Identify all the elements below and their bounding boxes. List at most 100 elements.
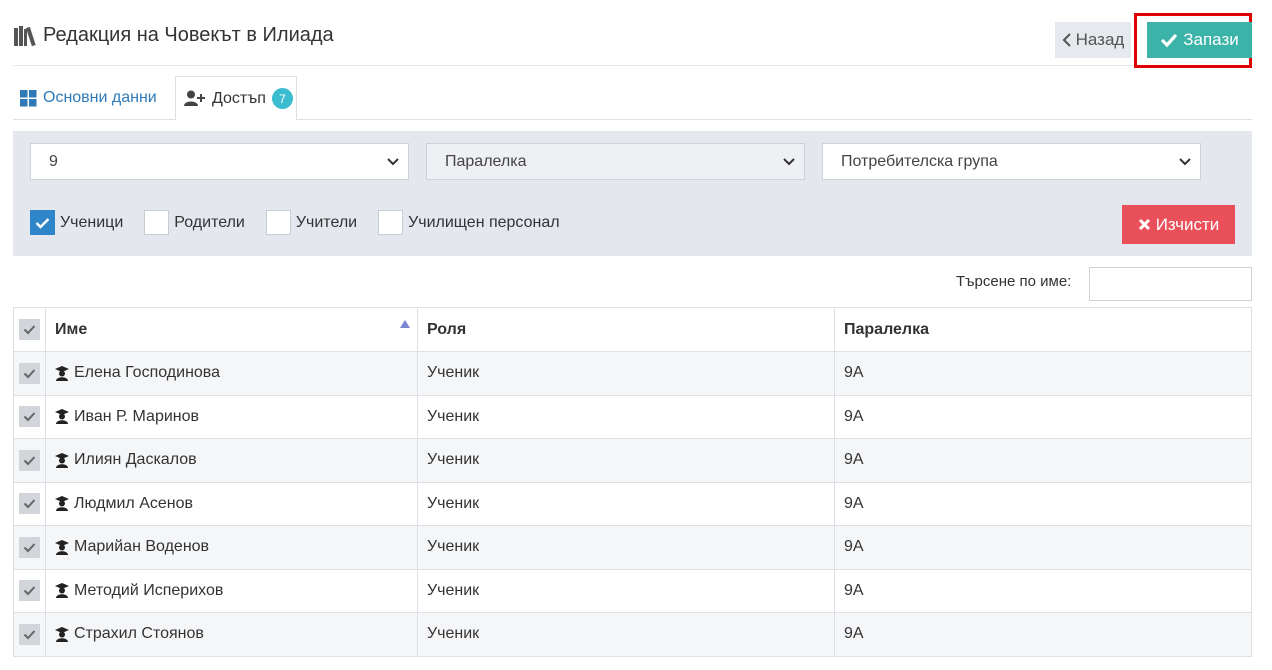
select-all-checkbox[interactable] <box>19 319 40 340</box>
graduate-icon <box>55 539 69 555</box>
name-cell: Методий Исперихов <box>45 568 418 613</box>
check-icon <box>23 586 36 596</box>
parents-checkbox-label: Родители <box>174 213 245 231</box>
search-label: Търсене по име: <box>956 273 1072 290</box>
table-body: Елена Господинова Ученик 9А Иван Р. Маринов… <box>13 351 1252 657</box>
close-icon <box>1138 218 1150 231</box>
student-name: Елена Господинова <box>74 364 221 382</box>
staff-checkbox-label: Училищен персонал <box>408 213 560 231</box>
chevron-down-icon <box>783 158 795 166</box>
checkbox-box[interactable] <box>378 210 404 235</box>
student-name: Страхил Стоянов <box>74 625 204 643</box>
back-button-label: Назад <box>1075 30 1125 49</box>
user-group-select[interactable]: Потребителска група <box>822 143 1201 180</box>
check-icon <box>1161 33 1178 48</box>
name-cell-content: Марийан Воденов <box>55 538 417 556</box>
row-checkbox[interactable] <box>19 362 40 384</box>
column-header-role[interactable]: Роля <box>417 307 835 352</box>
teachers-checkbox-label: Учители <box>295 213 358 231</box>
row-checkbox[interactable] <box>19 449 40 471</box>
check-icon <box>23 543 36 553</box>
class-cell: 9А <box>834 481 1252 526</box>
table-row[interactable]: Марийан Воденов Ученик 9А <box>13 525 1252 570</box>
check-icon <box>23 630 36 640</box>
check-icon <box>35 217 50 229</box>
grade-select[interactable]: 9 <box>30 143 409 180</box>
chevron-left-icon <box>1062 33 1071 47</box>
parents-checkbox[interactable]: Родители <box>144 210 245 235</box>
checkbox-box[interactable] <box>265 210 291 235</box>
back-button[interactable]: Назад <box>1055 22 1131 58</box>
table-header-row: Име Роля Паралелка <box>13 307 1252 352</box>
student-name: Марийан Воденов <box>74 538 210 556</box>
teachers-checkbox[interactable]: Учители <box>265 210 358 235</box>
chevron-down-icon <box>387 158 399 166</box>
table-row[interactable]: Методий Исперихов Ученик 9А <box>13 568 1252 613</box>
page-header: Редакция на Човекът в Илиада Назад Запаз… <box>13 0 1252 68</box>
graduate-icon <box>55 496 69 512</box>
name-cell: Елена Господинова <box>45 351 418 396</box>
table-row[interactable]: Илиян Даскалов Ученик 9А <box>13 438 1252 483</box>
role-cell: Ученик <box>417 525 835 570</box>
user-plus-icon <box>184 90 205 106</box>
table-row[interactable]: Иван Р. Маринов Ученик 9А <box>13 394 1252 439</box>
student-name: Людмил Асенов <box>74 494 194 512</box>
tab-basic-data-label: Основни данни <box>43 89 157 106</box>
checkbox-box[interactable] <box>144 210 170 235</box>
user-group-select-value: Потребителска група <box>841 152 998 170</box>
row-checkbox[interactable] <box>19 536 40 558</box>
table-row[interactable]: Елена Господинова Ученик 9А <box>13 351 1252 396</box>
check-icon <box>23 412 36 422</box>
name-cell-content: Илиян Даскалов <box>55 451 417 469</box>
table-row[interactable]: Страхил Стоянов Ученик 9А <box>13 612 1252 657</box>
graduate-icon <box>55 409 69 425</box>
search-input[interactable] <box>1089 267 1252 301</box>
staff-checkbox[interactable]: Училищен персонал <box>378 210 560 235</box>
column-header-name[interactable]: Име <box>45 307 418 352</box>
name-cell-content: Страхил Стоянов <box>55 625 417 643</box>
row-checkbox[interactable] <box>19 580 40 602</box>
table-row[interactable]: Людмил Асенов Ученик 9А <box>13 481 1252 526</box>
check-icon <box>23 456 36 466</box>
clear-button[interactable]: Изчисти <box>1122 205 1235 244</box>
column-header-class[interactable]: Паралелка <box>834 307 1252 352</box>
name-cell-content: Людмил Асенов <box>55 495 417 513</box>
row-select-cell <box>13 568 46 613</box>
class-select-value: Паралелка <box>445 152 527 170</box>
student-name: Иван Р. Маринов <box>74 407 200 425</box>
tab-basic-data[interactable]: Основни данни <box>20 76 157 120</box>
chevron-down-icon <box>1179 158 1191 166</box>
name-cell: Страхил Стоянов <box>45 612 418 657</box>
tab-bar: Основни данни Достъп 7 <box>13 76 1252 121</box>
role-cell: Ученик <box>417 612 835 657</box>
row-checkbox[interactable] <box>19 493 40 515</box>
tab-access[interactable]: Достъп 7 <box>175 76 297 121</box>
class-select[interactable]: Паралелка <box>426 143 805 180</box>
row-checkbox[interactable] <box>19 623 40 645</box>
students-checkbox[interactable]: Ученици <box>30 210 123 235</box>
role-cell: Ученик <box>417 568 835 613</box>
name-cell: Илиян Даскалов <box>45 438 418 483</box>
role-cell: Ученик <box>417 481 835 526</box>
check-icon <box>23 369 36 379</box>
row-checkbox[interactable] <box>19 406 40 428</box>
graduate-icon <box>55 452 69 468</box>
graduate-icon <box>55 365 69 381</box>
role-cell: Ученик <box>417 438 835 483</box>
role-cell: Ученик <box>417 351 835 396</box>
class-cell: 9А <box>834 394 1252 439</box>
checkbox-box[interactable] <box>30 210 55 235</box>
name-cell-content: Методий Исперихов <box>55 582 417 600</box>
name-cell: Иван Р. Маринов <box>45 394 418 439</box>
tab-access-label: Достъп <box>212 89 266 107</box>
save-button[interactable]: Запази <box>1147 22 1252 58</box>
access-table: Име Роля Паралелка Елена Господинова Учен… <box>13 307 1252 657</box>
class-cell: 9А <box>834 525 1252 570</box>
row-select-cell <box>13 525 46 570</box>
graduate-icon <box>55 626 69 642</box>
class-cell: 9А <box>834 568 1252 613</box>
column-header-name-label: Име <box>55 320 88 338</box>
sort-asc-icon <box>400 320 410 328</box>
class-cell: 9А <box>834 438 1252 483</box>
role-checkbox-row: Ученици Родители Учители Училищен персон… <box>30 210 581 235</box>
